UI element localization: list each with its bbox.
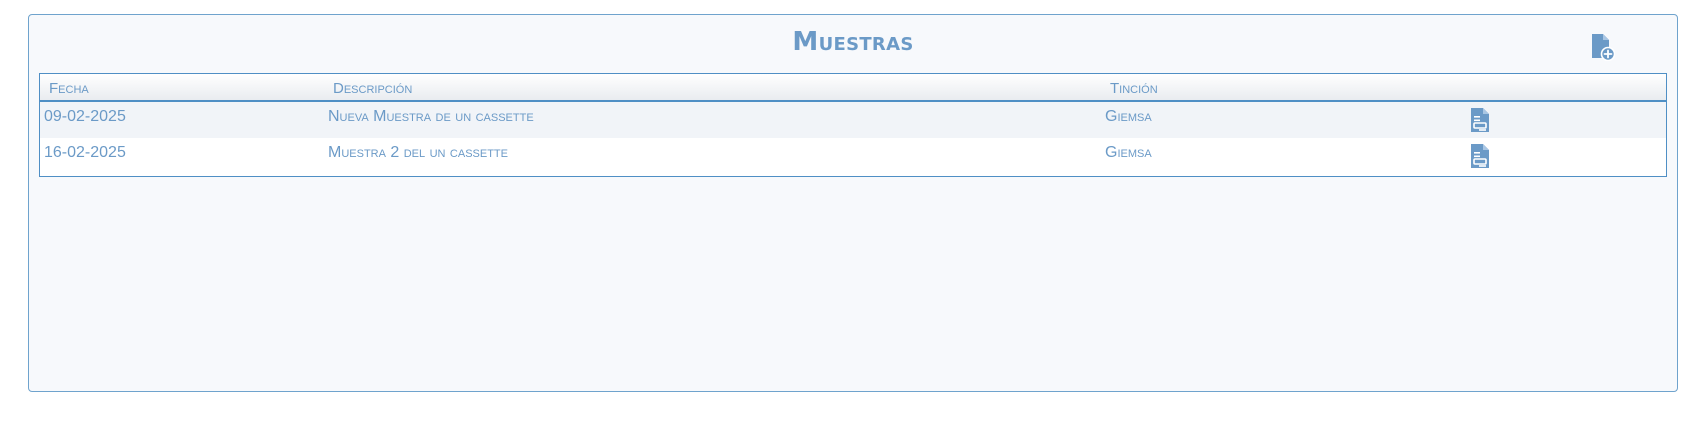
column-header-descripcion: Descripción (333, 80, 413, 97)
panel-title: Muestras (792, 27, 914, 57)
muestras-panel: Muestras Fecha Descripción Tinción 09-02… (28, 14, 1678, 392)
document-report-icon[interactable] (1469, 142, 1491, 170)
cell-fecha: 09-02-2025 (44, 108, 126, 125)
cell-tincion: Giemsa (1105, 108, 1152, 125)
cell-fecha: 16-02-2025 (44, 144, 126, 161)
add-sample-button[interactable] (1584, 32, 1618, 66)
samples-table: Fecha Descripción Tinción 09-02-2025 Nue… (39, 73, 1667, 177)
cell-descripcion: Muestra 2 del un cassette (328, 144, 508, 161)
table-header: Fecha Descripción Tinción (40, 74, 1666, 102)
table-row[interactable]: 09-02-2025 Nueva Muestra de un cassette … (40, 102, 1666, 138)
cell-descripcion: Nueva Muestra de un cassette (328, 108, 534, 125)
table-row[interactable]: 16-02-2025 Muestra 2 del un cassette Gie… (40, 138, 1666, 174)
file-add-icon (1587, 33, 1616, 66)
column-header-tincion: Tinción (1110, 80, 1158, 97)
cell-tincion: Giemsa (1105, 144, 1152, 161)
document-report-icon[interactable] (1469, 106, 1491, 134)
column-header-fecha: Fecha (49, 80, 89, 97)
